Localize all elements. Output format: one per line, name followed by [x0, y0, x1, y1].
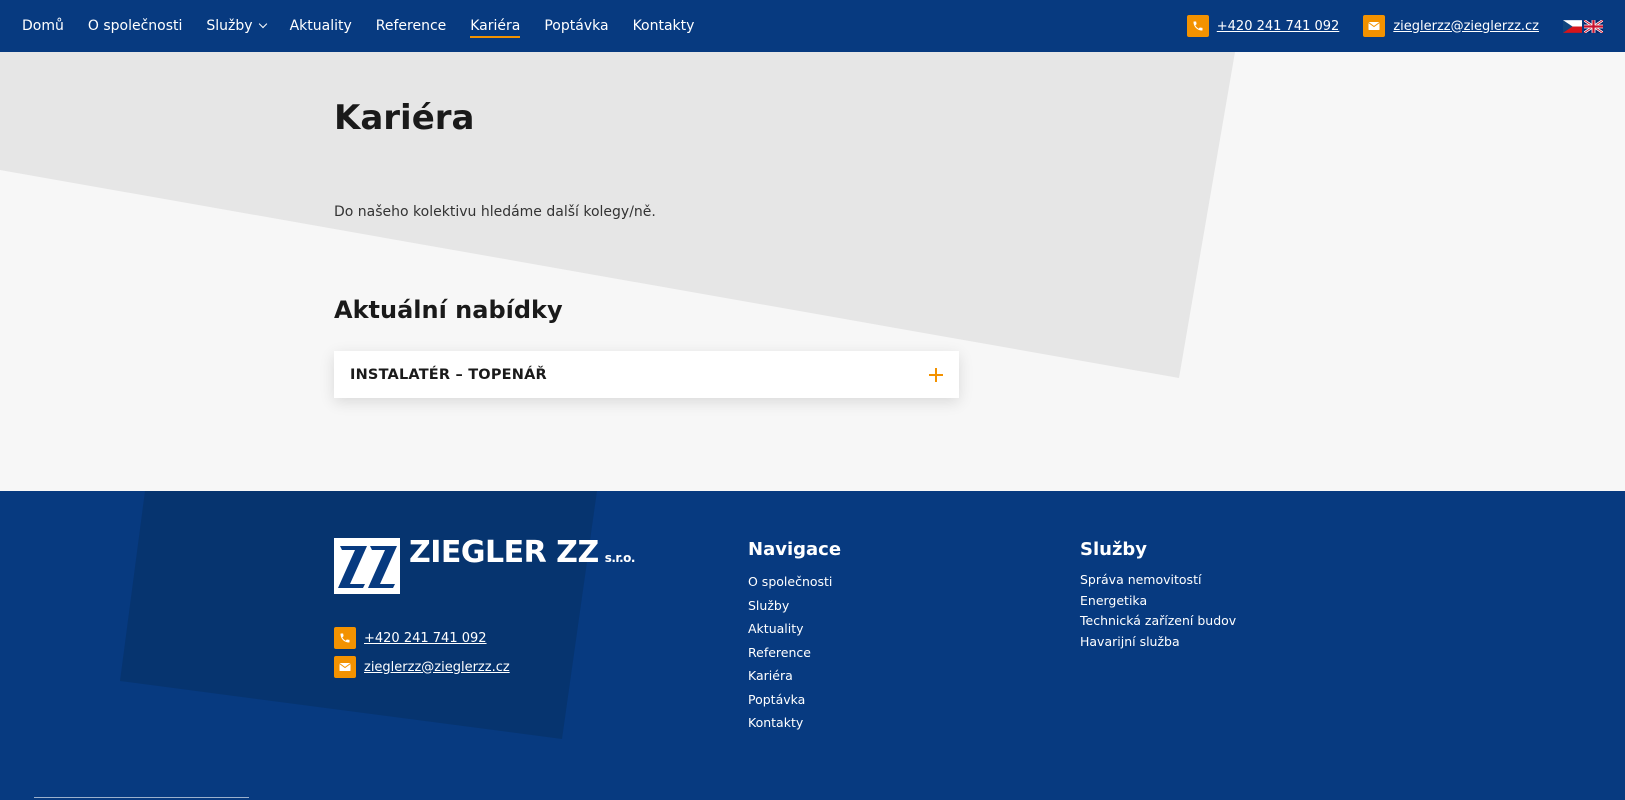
offers-heading: Aktuální nabídky: [334, 296, 563, 324]
footer-service-technicka-zarizeni[interactable]: Technická zařízení budov: [1080, 611, 1236, 632]
footer-nav-item-kontakty[interactable]: Kontakty: [748, 711, 841, 735]
footer-nav-item-aktuality[interactable]: Aktuality: [748, 617, 841, 641]
chevron-down-icon: [258, 19, 267, 29]
footer-email: zieglerzz@zieglerzz.cz: [334, 656, 510, 678]
nav-item-domu[interactable]: Domů: [22, 0, 64, 52]
nav-item-reference[interactable]: Reference: [376, 0, 447, 52]
uk-flag-icon[interactable]: [1584, 19, 1603, 33]
main-nav: Domů O společnosti Služby Aktuality Refe…: [0, 0, 718, 52]
footer-divider: [34, 797, 249, 798]
footer-nav-item-o-spolecnosti[interactable]: O společnosti: [748, 570, 841, 594]
language-switcher: [1563, 19, 1603, 33]
nav-item-poptavka[interactable]: Poptávka: [544, 0, 608, 52]
intro-text: Do našeho kolektivu hledáme další kolegy…: [334, 204, 656, 220]
footer: ZIEGLER ZZ s.r.o. +420 241 741 092 ziegle…: [0, 491, 1625, 800]
footer-service-sprava-nemovitosti[interactable]: Správa nemovitostí: [1080, 570, 1236, 591]
logo-name: ZIEGLER ZZ: [409, 535, 599, 570]
nav-item-kontakty[interactable]: Kontakty: [633, 0, 695, 52]
envelope-icon: [1363, 15, 1386, 37]
nav-item-kariera[interactable]: Kariéra: [470, 0, 521, 52]
footer-nav-item-sluzby[interactable]: Služby: [748, 594, 841, 618]
header-contacts: +420 241 741 092 zieglerzz@zieglerzz.cz: [1186, 0, 1625, 52]
footer-contacts: +420 241 741 092 zieglerzz@zieglerzz.cz: [334, 627, 510, 685]
logo-wordmark: ZIEGLER ZZ s.r.o.: [409, 538, 635, 573]
header-phone-link[interactable]: +420 241 741 092: [1217, 19, 1340, 34]
nav-item-o-spolecnosti[interactable]: O společnosti: [88, 0, 183, 52]
phone-icon: [1186, 15, 1209, 37]
footer-navigation: Navigace O společnosti Služby Aktuality …: [748, 539, 841, 735]
company-logo[interactable]: ZIEGLER ZZ s.r.o.: [334, 538, 635, 594]
footer-services-heading: Služby: [1080, 539, 1148, 560]
nav-item-sluzby-label: Služby: [206, 18, 253, 34]
footer-nav-item-kariera[interactable]: Kariéra: [748, 664, 841, 688]
footer-service-havarijni-sluzba[interactable]: Havarijní služba: [1080, 632, 1236, 653]
czech-flag-icon[interactable]: [1563, 19, 1582, 33]
footer-services: Služby Správa nemovitostí Energetika Tec…: [1080, 539, 1236, 652]
job-offer-accordion[interactable]: INSTALATÉR – TOPENÁŘ: [334, 351, 959, 398]
header-email-link[interactable]: zieglerzz@zieglerzz.cz: [1393, 19, 1539, 34]
phone-icon: [334, 627, 356, 649]
footer-services-list: Správa nemovitostí Energetika Technická …: [1080, 570, 1236, 652]
footer-nav-item-poptavka[interactable]: Poptávka: [748, 688, 841, 712]
footer-nav-item-reference[interactable]: Reference: [748, 641, 841, 665]
logo-suffix: s.r.o.: [604, 551, 636, 565]
footer-nav-list: O společnosti Služby Aktuality Reference…: [748, 570, 841, 735]
top-navbar: Domů O společnosti Služby Aktuality Refe…: [0, 0, 1625, 52]
hero-background-shape: [0, 52, 1235, 378]
plus-icon[interactable]: [929, 367, 943, 382]
nav-item-sluzby[interactable]: Služby: [206, 0, 267, 52]
footer-email-link[interactable]: zieglerzz@zieglerzz.cz: [364, 660, 510, 675]
envelope-icon: [334, 656, 356, 678]
footer-service-energetika[interactable]: Energetika: [1080, 591, 1236, 612]
footer-nav-heading: Navigace: [748, 539, 842, 560]
footer-phone-link[interactable]: +420 241 741 092: [364, 631, 487, 646]
nav-item-aktuality[interactable]: Aktuality: [290, 0, 352, 52]
page-title: Kariéra: [334, 98, 475, 138]
job-offer-title: INSTALATÉR – TOPENÁŘ: [350, 366, 547, 383]
ziegler-logo-icon: [334, 538, 400, 594]
footer-phone: +420 241 741 092: [334, 627, 510, 649]
